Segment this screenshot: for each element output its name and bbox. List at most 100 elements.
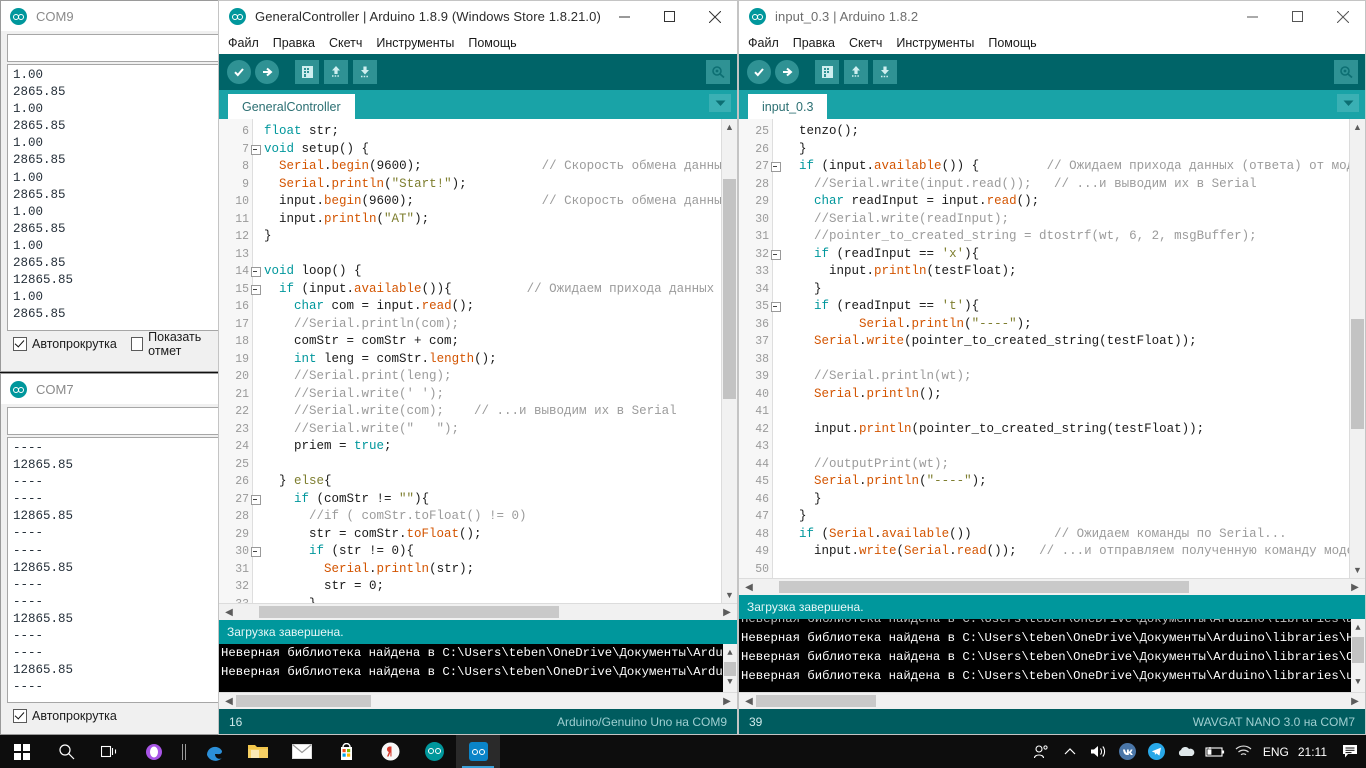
clock[interactable]: 21:11: [1298, 745, 1327, 759]
chevron-down-icon[interactable]: [1337, 94, 1359, 112]
menu-sketch[interactable]: Скетч: [329, 36, 362, 50]
fold-toggle-icon[interactable]: [251, 267, 261, 277]
ide1-horizontal-scrollbar[interactable]: ◀ ▶: [219, 603, 737, 620]
ide2-menubar[interactable]: Файл Правка Скетч Инструменты Помощь: [739, 32, 1365, 54]
chevron-up-icon[interactable]: [1060, 735, 1080, 768]
fold-toggle-icon[interactable]: [251, 547, 261, 557]
ide2-code[interactable]: tenzo(); } if (input.available()) { // О…: [773, 119, 1349, 578]
ide2-hscroll-thumb[interactable]: [779, 581, 1189, 593]
menu-sketch[interactable]: Скетч: [849, 36, 882, 50]
scroll-up-icon[interactable]: ▲: [722, 119, 737, 135]
tab-input03[interactable]: input_0.3: [748, 94, 828, 119]
upload-arrow-icon[interactable]: [255, 60, 279, 84]
serial-monitor-com7-autoscroll[interactable]: Автопрокрутка: [13, 709, 117, 723]
arduino-ide-generalcontroller[interactable]: GeneralController | Arduino 1.8.9 (Windo…: [218, 0, 738, 735]
menu-tools[interactable]: Инструменты: [896, 36, 974, 50]
store-icon[interactable]: [324, 735, 368, 768]
console-vertical-scrollbar[interactable]: ▲ ▼: [1351, 619, 1365, 692]
ide1-console-hscroll[interactable]: ◀ ▶: [219, 692, 737, 709]
close-icon[interactable]: [692, 1, 737, 32]
start-button[interactable]: [0, 735, 44, 768]
scroll-left-icon[interactable]: ◀: [739, 582, 759, 593]
ide1-code[interactable]: float str; void setup() { Serial.begin(96…: [253, 119, 721, 603]
ide1-console-hthumb[interactable]: [236, 695, 371, 707]
ide2-editor[interactable]: 25 26 27 28 29 30 31 32 33 34 35 36 37 38 39 40 41 42 43 44…: [739, 119, 1365, 578]
people-icon[interactable]: [1031, 735, 1051, 768]
serial-monitor-com9-timestamp[interactable]: Показать отмет: [130, 330, 225, 358]
fold-toggle-icon[interactable]: [771, 162, 781, 172]
fold-toggle-icon[interactable]: [771, 302, 781, 312]
ide2-console-hscroll[interactable]: ◀ ▶: [739, 692, 1365, 709]
new-sketch-icon[interactable]: [295, 60, 319, 84]
serial-monitor-com9-autoscroll[interactable]: Автопрокрутка: [13, 337, 117, 351]
menu-file[interactable]: Файл: [748, 36, 779, 50]
serial-monitor-com7-send-input[interactable]: [7, 407, 219, 435]
mail-icon[interactable]: [280, 735, 324, 768]
ide2-horizontal-scrollbar[interactable]: ◀ ▶: [739, 578, 1365, 595]
ide1-hscroll-thumb[interactable]: [259, 606, 559, 618]
new-sketch-icon[interactable]: [815, 60, 839, 84]
serial-monitor-com7[interactable]: COM7 ---- 12865.85 ---- ---- 12865.85 ---- ---…: [0, 373, 226, 735]
scroll-down-icon[interactable]: ▼: [723, 673, 737, 692]
menu-file[interactable]: Файл: [228, 36, 259, 50]
arduino-icon[interactable]: [412, 735, 456, 768]
menu-help[interactable]: Помощь: [468, 36, 516, 50]
open-sketch-icon[interactable]: [844, 60, 868, 84]
scroll-right-icon[interactable]: ▶: [1345, 696, 1365, 707]
maximize-icon[interactable]: [1275, 1, 1320, 32]
edge-icon[interactable]: [192, 735, 236, 768]
ide1-menubar[interactable]: Файл Правка Скетч Инструменты Помощь: [219, 32, 737, 54]
vk-icon[interactable]: [1118, 735, 1138, 768]
arduino-ide-input03[interactable]: input_0.3 | Arduino 1.8.2 Файл Правка Ск…: [738, 0, 1366, 735]
checkbox-checked-icon[interactable]: [13, 709, 27, 723]
scroll-down-icon[interactable]: ▼: [1350, 562, 1365, 578]
telegram-icon[interactable]: [1147, 735, 1167, 768]
serial-monitor-com9-send-input[interactable]: [7, 34, 219, 62]
language-indicator[interactable]: ENG: [1263, 745, 1289, 759]
ide1-vertical-scrollbar[interactable]: ▲ ▼: [721, 119, 737, 603]
notifications-icon[interactable]: [1340, 735, 1360, 768]
minimize-icon[interactable]: [1230, 1, 1275, 32]
scroll-up-icon[interactable]: ▲: [723, 644, 737, 663]
console-vertical-scrollbar[interactable]: ▲ ▼: [723, 644, 737, 692]
menu-edit[interactable]: Правка: [273, 36, 315, 50]
ide2-vertical-scrollbar[interactable]: ▲ ▼: [1349, 119, 1365, 578]
scroll-down-icon[interactable]: ▼: [722, 587, 737, 603]
onedrive-icon[interactable]: [1176, 735, 1196, 768]
scroll-down-icon[interactable]: ▼: [1351, 673, 1365, 692]
folder-icon[interactable]: [236, 735, 280, 768]
maximize-icon[interactable]: [647, 1, 692, 32]
menu-help[interactable]: Помощь: [988, 36, 1036, 50]
windows-taskbar[interactable]: ENG 21:11: [0, 735, 1366, 768]
ide1-vscroll-thumb[interactable]: [723, 179, 736, 399]
arduino-active-icon[interactable]: [456, 735, 500, 768]
menu-tools[interactable]: Инструменты: [376, 36, 454, 50]
cortana-icon[interactable]: [132, 735, 176, 768]
scroll-up-icon[interactable]: ▲: [1351, 619, 1365, 638]
serial-monitor-icon[interactable]: [1334, 60, 1358, 84]
console-scroll-thumb[interactable]: [1352, 637, 1364, 663]
verify-check-icon[interactable]: [227, 60, 251, 84]
ide2-vscroll-thumb[interactable]: [1351, 319, 1364, 429]
scroll-right-icon[interactable]: ▶: [717, 607, 737, 618]
save-sketch-icon[interactable]: [873, 60, 897, 84]
scroll-right-icon[interactable]: ▶: [717, 696, 737, 707]
serial-monitor-com9[interactable]: COM9 1.00 2865.85 1.00 2865.85 1.00 2865.85 1.…: [0, 0, 226, 372]
fold-toggle-icon[interactable]: [251, 144, 261, 155]
scroll-up-icon[interactable]: ▲: [1350, 119, 1365, 135]
ide2-console-hthumb[interactable]: [756, 695, 876, 707]
chevron-down-icon[interactable]: [709, 94, 731, 112]
minimize-icon[interactable]: [602, 1, 647, 32]
open-sketch-icon[interactable]: [324, 60, 348, 84]
ide1-editor[interactable]: 6 7 8 9 10 11 12 13 14 15 16 17 18 19 20 21 22 23 24 25 26 27…: [219, 119, 737, 603]
scroll-left-icon[interactable]: ◀: [219, 607, 239, 618]
fold-toggle-icon[interactable]: [251, 284, 261, 295]
verify-check-icon[interactable]: [747, 60, 771, 84]
wifi-icon[interactable]: [1234, 735, 1254, 768]
ide2-console[interactable]: Неверная библиотека найдена в C:\Users\t…: [739, 619, 1365, 692]
fold-toggle-icon[interactable]: [251, 494, 261, 505]
task-view-icon[interactable]: [88, 735, 132, 768]
yandex-icon[interactable]: [368, 735, 412, 768]
checkbox-unchecked-icon[interactable]: [130, 337, 144, 351]
serial-monitor-icon[interactable]: [706, 60, 730, 84]
